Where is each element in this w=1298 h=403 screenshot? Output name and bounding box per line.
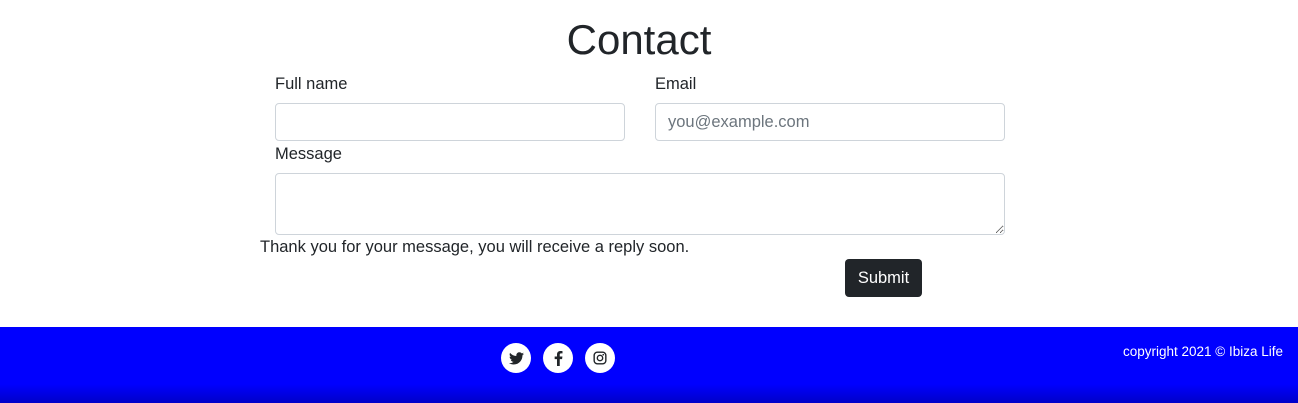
- message-textarea[interactable]: [275, 173, 1005, 235]
- footer: copyright 2021 © Ibiza Life: [0, 327, 1298, 403]
- submit-button[interactable]: Submit: [845, 259, 922, 297]
- message-label: Message: [275, 145, 342, 163]
- instagram-icon: [593, 351, 607, 365]
- contact-page: Contact Full name Email Message Thank yo…: [0, 0, 1298, 403]
- email-input[interactable]: [655, 103, 1005, 141]
- twitter-link[interactable]: [501, 343, 531, 373]
- full-name-input[interactable]: [275, 103, 625, 141]
- copyright-text: copyright 2021 © Ibiza Life: [1122, 344, 1283, 359]
- full-name-label: Full name: [275, 75, 348, 93]
- twitter-icon: [508, 351, 524, 364]
- page-title: Contact: [566, 16, 712, 63]
- email-label: Email: [655, 75, 697, 93]
- facebook-link[interactable]: [543, 343, 573, 373]
- facebook-icon: [554, 350, 562, 366]
- instagram-link[interactable]: [585, 343, 615, 373]
- confirmation-message: Thank you for your message, you will rec…: [260, 238, 690, 256]
